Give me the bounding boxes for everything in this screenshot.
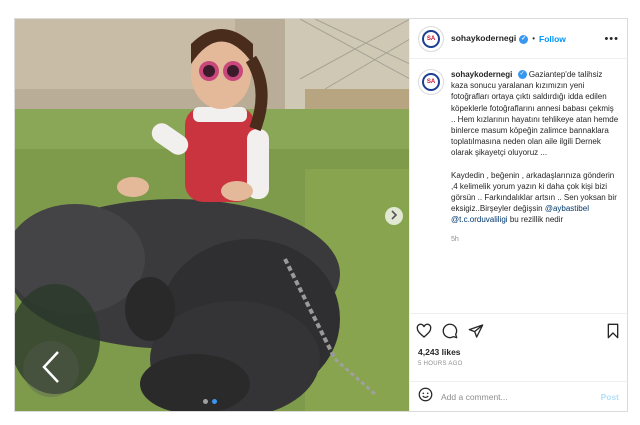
header-separator: • bbox=[532, 34, 535, 43]
header-username[interactable]: sohaykodernegi ✓ bbox=[451, 33, 529, 44]
verified-icon: ✓ bbox=[519, 34, 529, 44]
caption-username[interactable]: sohaykodernegi bbox=[451, 70, 512, 79]
caption-text: sohaykodernegi ✓ Gaziantep'de talihsiz k… bbox=[451, 69, 619, 313]
comment-icon[interactable] bbox=[442, 323, 458, 339]
post-header: SA sohaykodernegi ✓ • Follow ••• bbox=[410, 19, 627, 59]
action-bar bbox=[410, 313, 627, 347]
previous-photo-button[interactable] bbox=[23, 341, 79, 397]
mention-link[interactable]: @aybastibel bbox=[545, 204, 589, 213]
comment-input[interactable] bbox=[441, 391, 581, 402]
post-caption: SA sohaykodernegi ✓ Gaziantep'de talihsi… bbox=[410, 59, 627, 313]
caption-body-3: bu rezillik nedir bbox=[509, 215, 564, 225]
carousel-indicator bbox=[203, 399, 217, 404]
chevron-left-icon bbox=[40, 350, 62, 389]
post-comment-button[interactable]: Post bbox=[601, 392, 619, 402]
caption-body-1: Gaziantep'de talihsiz kaza sonucu yarala… bbox=[451, 70, 619, 158]
org-logo: SA bbox=[422, 73, 440, 91]
chevron-right-icon bbox=[390, 207, 398, 225]
caption-para-2: Kaydedin , beğenin , arkadaşlarınıza gön… bbox=[451, 170, 619, 226]
caption-body-2: Kaydedin , beğenin , arkadaşlarınıza gön… bbox=[451, 170, 617, 214]
header-username-text: sohaykodernegi bbox=[451, 33, 517, 44]
post-media[interactable] bbox=[15, 19, 409, 411]
heart-icon[interactable] bbox=[416, 323, 432, 339]
post-timestamp: 5 HOURS AGO bbox=[418, 361, 463, 367]
carousel-dot-active bbox=[212, 399, 217, 404]
caption-avatar[interactable]: SA bbox=[418, 69, 444, 95]
more-options-button[interactable]: ••• bbox=[604, 33, 619, 45]
verified-icon: ✓ bbox=[517, 70, 527, 80]
next-photo-button[interactable] bbox=[385, 207, 403, 225]
avatar[interactable]: SA bbox=[418, 25, 444, 52]
org-logo: SA bbox=[422, 29, 440, 48]
comment-bar: Post bbox=[410, 381, 627, 411]
caption-time: 5h bbox=[451, 235, 459, 243]
carousel-dot bbox=[203, 399, 208, 404]
caption-para-1: sohaykodernegi ✓ Gaziantep'de talihsiz k… bbox=[451, 69, 619, 159]
bookmark-icon[interactable] bbox=[605, 323, 621, 339]
like-count[interactable]: 4,243 likes bbox=[410, 347, 627, 361]
follow-button[interactable]: Follow bbox=[539, 34, 566, 44]
mention-link[interactable]: @t.c.orduvaliligi bbox=[451, 215, 508, 224]
post-side-panel: SA sohaykodernegi ✓ • Follow ••• SA sohay… bbox=[409, 19, 627, 411]
instagram-post-window: SA sohaykodernegi ✓ • Follow ••• SA sohay… bbox=[14, 18, 628, 412]
share-icon[interactable] bbox=[468, 323, 484, 339]
emoji-icon[interactable] bbox=[418, 387, 433, 407]
